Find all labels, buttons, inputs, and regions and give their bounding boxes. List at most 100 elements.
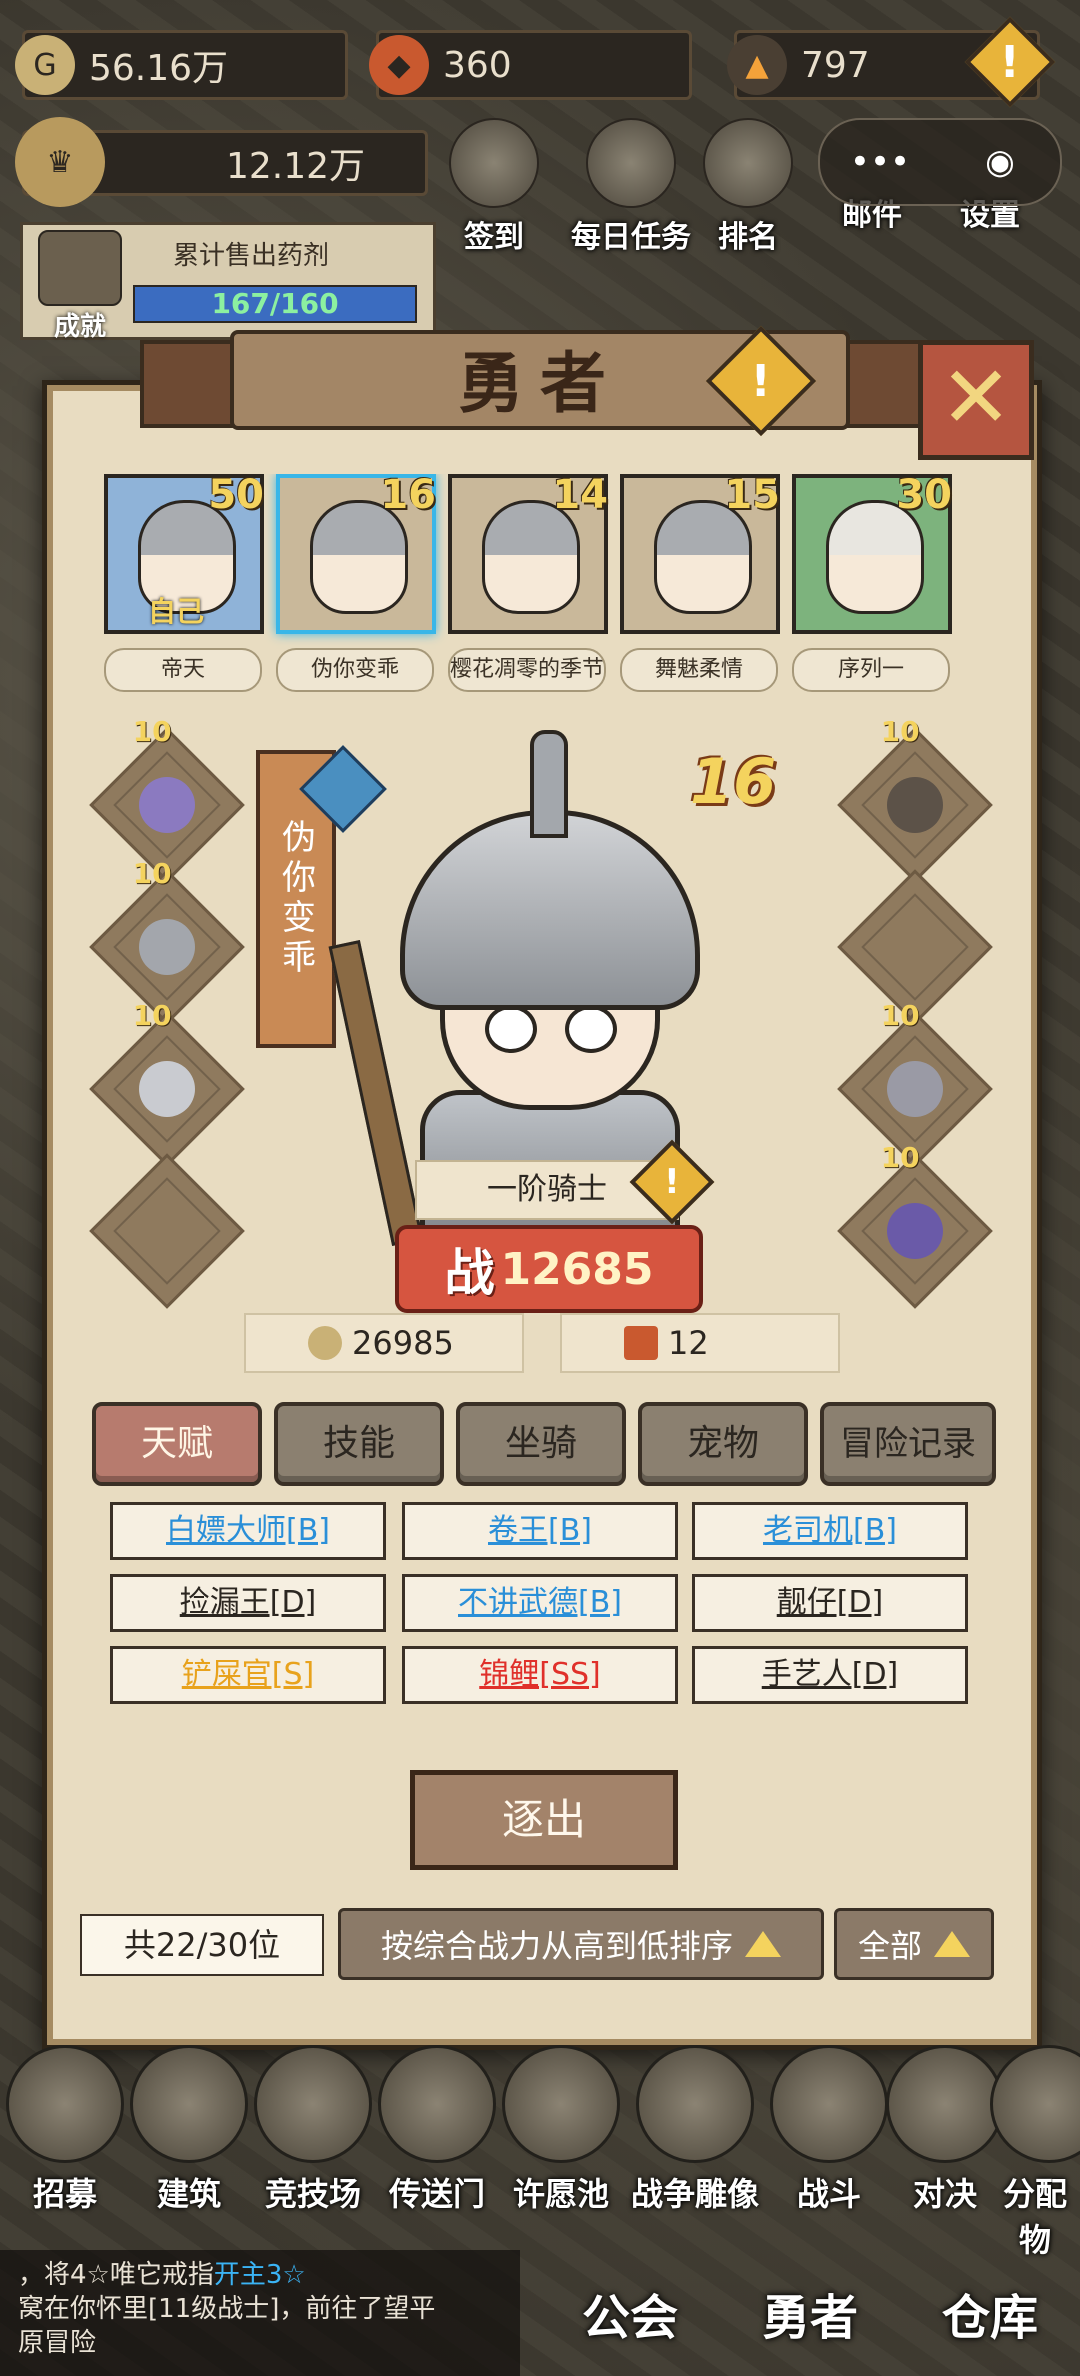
tab-talent[interactable]: 天赋 [92,1402,262,1486]
hero-portrait: 14 [448,474,608,634]
nav-buildings[interactable]: 建筑 [124,2045,254,2215]
talent-item[interactable]: 靓仔[D] [692,1574,968,1632]
eye-right [565,1005,617,1053]
chat-line: 原冒险 [18,2328,97,2358]
crossed-swords-icon [38,230,122,306]
energy-value: 797 [801,44,870,86]
tab-mount[interactable]: 坐骑 [456,1402,626,1486]
nav-battle[interactable]: 战斗 [764,2045,894,2215]
tab-adventure-log[interactable]: 冒险记录 [820,1402,996,1486]
nav-recruit[interactable]: 招募 [0,2045,130,2215]
talent-item[interactable]: 老司机[B] [692,1502,968,1560]
ranking-button[interactable]: 排名 [698,118,798,256]
talent-item[interactable]: 不讲武德[B] [402,1574,678,1632]
expel-button[interactable]: 逐出 [410,1770,678,1870]
filter-button[interactable]: 全部 [834,1908,994,1980]
ring-icon [887,1061,943,1117]
gem-value: 360 [443,44,512,86]
nav-wishing-well[interactable]: 许愿池 [496,2045,626,2215]
total-power-counter[interactable]: ♛ 12.12万 [15,117,428,207]
panel-header: 勇者 [140,300,940,450]
nav-heroes[interactable]: 勇者 [720,2278,900,2348]
hero-portrait: 30 [792,474,952,634]
scroll-icon [586,118,676,208]
hero-name: 帝天 [104,648,262,692]
eye-left [485,1005,537,1053]
nav-guild[interactable]: 公会 [540,2278,720,2348]
power-value: 12685 [500,1243,654,1295]
hero-card[interactable]: 14 樱花凋零的季节 [448,474,608,692]
cape-icon [887,1203,943,1259]
gold-value: 56.16万 [89,48,229,89]
hero-gold: 26985 [244,1313,524,1373]
helmet-spike [530,730,568,838]
well-icon [502,2045,620,2163]
gem-shield-icon: ◆ [369,35,429,95]
nav-warehouse[interactable]: 仓库 [900,2278,1080,2348]
gold-counter[interactable]: G 56.16万 [15,30,348,100]
nav-distribute[interactable]: 分配物 [990,2045,1080,2261]
ticket-icon [624,1326,658,1360]
panel-title: 勇者 [458,344,622,422]
helmet [400,810,700,1010]
hero-portrait: 15 [620,474,780,634]
more-options-icon[interactable]: ••• [820,142,940,182]
achievement-button[interactable]: 成就 [30,230,130,342]
miniprogram-capsule: ••• ◉ [818,118,1062,206]
hero-portrait: 50 自己 [104,474,264,634]
hero-name: 伪你变乖 [276,648,434,692]
self-tag: 自己 [148,595,205,628]
talent-item[interactable]: 捡漏王[D] [110,1574,386,1632]
coin-icon: G [15,35,75,95]
helmet-icon [139,1061,195,1117]
gem-counter[interactable]: ◆ 360 [369,30,692,100]
hero-card[interactable]: 30 序列一 [792,474,952,692]
chat-line: 窝在你怀里[11级战士]，前往了望平 [18,2294,436,2324]
hero-list[interactable]: 50 自己 帝天 16 伪你变乖 14 樱花凋零的季节 15 舞魅柔情 30 序… [104,474,994,694]
necklace-icon [887,777,943,833]
sort-arrow-icon [745,1931,781,1957]
tab-skills[interactable]: 技能 [274,1402,444,1486]
sort-button[interactable]: 按综合战力从高到低排序 [338,1908,824,1980]
tab-pet[interactable]: 宠物 [638,1402,808,1486]
portal-icon [378,2045,496,2163]
power-label: 战 [444,1244,495,1302]
hero-portrait: 16 [276,474,436,634]
target-icon [254,2045,372,2163]
close-button[interactable]: ✕ [918,340,1034,460]
talent-item[interactable]: 白嫖大师[B] [110,1502,386,1560]
crossed-swords-icon [770,2045,888,2163]
talent-item[interactable]: 铲屎官[S] [110,1646,386,1704]
daily-tasks-button[interactable]: 每日任务 [566,118,696,256]
filter-arrow-icon [934,1931,970,1957]
close-miniprogram-icon[interactable]: ◉ [940,142,1060,182]
chat-feed[interactable]: ，将4☆唯它戒指开主3☆ 窝在你怀里[11级战士]，前往了望平 原冒险 [0,2250,520,2376]
chat-line: ，将4☆唯它戒指开主3☆ [18,2260,306,2290]
statue-icon [636,2045,754,2163]
sword-icon [139,777,195,833]
hero-card-selected[interactable]: 16 伪你变乖 [276,474,436,692]
tent-icon [6,2045,124,2163]
castle-icon [130,2045,248,2163]
hero-card[interactable]: 15 舞魅柔情 [620,474,780,692]
hero-card[interactable]: 50 自己 帝天 [104,474,264,692]
nav-arena[interactable]: 竞技场 [248,2045,378,2215]
sign-in-button[interactable]: 签到 [444,118,544,256]
hero-name: 樱花凋零的季节 [448,648,606,692]
nav-portal[interactable]: 传送门 [372,2045,502,2215]
talent-item[interactable]: 手艺人[D] [692,1646,968,1704]
crown-icon [703,118,793,208]
fist-icon [886,2045,1004,2163]
bag-icon [990,2045,1080,2163]
hero-count: 共22/30位 [80,1914,324,1976]
talent-item[interactable]: 锦鲤[SS] [402,1646,678,1704]
hero-tickets: 12 [560,1313,840,1373]
hero-name: 舞魅柔情 [620,648,778,692]
quill-icon [449,118,539,208]
hero-name: 序列一 [792,648,950,692]
nav-war-statue[interactable]: 战争雕像 [620,2045,770,2215]
shield-crest-icon: ♛ [15,117,105,207]
total-power-value: 12.12万 [225,146,365,187]
armor-icon [139,919,195,975]
talent-item[interactable]: 卷王[B] [402,1502,678,1560]
